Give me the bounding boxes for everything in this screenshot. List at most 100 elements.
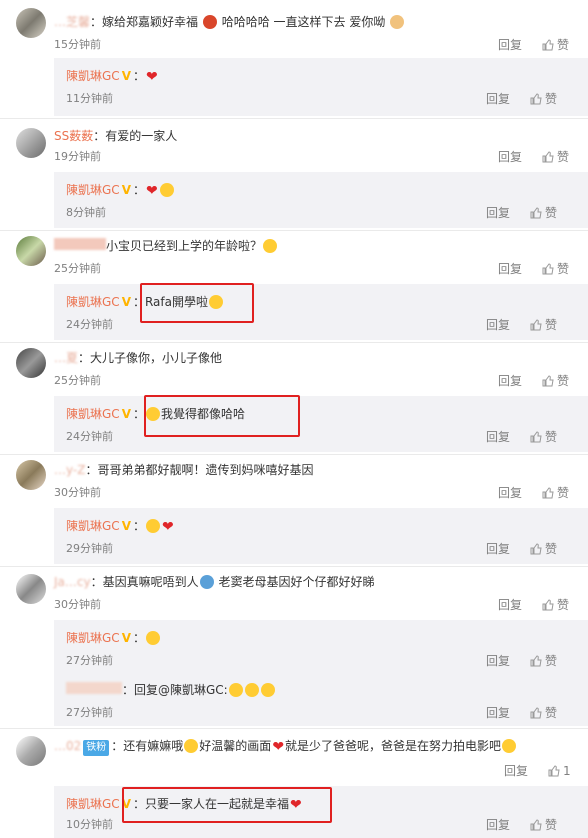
avatar[interactable]	[16, 736, 46, 766]
emoji-icon	[184, 739, 199, 753]
comment-time: 25分钟前	[54, 262, 101, 275]
like-label: 赞	[545, 706, 558, 720]
avatar[interactable]	[16, 460, 46, 490]
like-button[interactable]: 赞	[542, 150, 569, 164]
verified-v-icon: V	[121, 295, 131, 309]
like-button[interactable]: 赞	[542, 262, 569, 276]
reply-button[interactable]: 回复	[498, 262, 522, 276]
heart-icon: ❤	[146, 69, 158, 85]
username-link[interactable]: 陳凱琳GC	[66, 631, 120, 645]
reply-button[interactable]: 回复	[486, 206, 510, 220]
username-link[interactable]: …02	[54, 739, 81, 753]
avatar[interactable]	[16, 8, 46, 38]
like-button[interactable]: 赞	[530, 706, 557, 720]
like-button[interactable]: 赞	[530, 206, 557, 220]
username-link[interactable]: …y-Z	[54, 463, 85, 477]
like-button[interactable]: 赞	[530, 92, 557, 106]
comment-item: Ja…cy：基因真嘛呢唔到人 老窦老母基因好个仔都好好睇 30分钟前 回复 赞 …	[0, 568, 588, 674]
avatar[interactable]	[16, 348, 46, 378]
like-label: 赞	[545, 318, 558, 332]
reply-card: 陳凱琳GC V：我覺得都像哈哈 24分钟前 回复 赞	[54, 395, 588, 452]
like-label: 赞	[557, 598, 570, 612]
grin-emoji-icon	[263, 239, 278, 253]
smirk-emoji-icon	[146, 631, 160, 645]
reply-button[interactable]: 回复	[498, 598, 522, 612]
reply-body: ：	[132, 183, 145, 197]
reply-button[interactable]: 回复	[486, 654, 510, 668]
like-button[interactable]: 1	[548, 764, 571, 778]
username-link[interactable]: 陳凱琳GC	[66, 797, 120, 811]
like-button[interactable]: 赞	[542, 598, 569, 612]
reply-button[interactable]: 回复	[486, 430, 510, 444]
smirk-emoji-icon	[146, 519, 160, 533]
comment-body-cont: 老窦老母基因好个仔都好好睇	[218, 575, 375, 589]
reply-button[interactable]: 回复	[498, 150, 522, 164]
username-link[interactable]: …夏	[54, 351, 78, 365]
username-link[interactable]: Ja…cy	[54, 575, 91, 589]
like-button[interactable]: 赞	[542, 486, 569, 500]
thumb-up-icon	[548, 765, 560, 777]
comment-text: Ja…cy：基因真嘛呢唔到人 老窦老母基因好个仔都好好睇	[54, 574, 374, 590]
avatar[interactable]	[16, 128, 46, 158]
username-link[interactable]: 陳凱琳GC	[66, 295, 120, 309]
like-button[interactable]: 赞	[530, 430, 557, 444]
reply-text: 陳凱琳GC V：	[66, 630, 161, 646]
username-link[interactable]: …芝馨	[54, 15, 90, 29]
heart-icon: ❤	[162, 519, 174, 535]
comment-item: …02 铁粉 ：还有嫲嫲哦 好温馨的画面❤就是少了爸爸呢，爸爸是在努力拍电影吧 回复 …	[0, 730, 588, 838]
blush-emoji-icon	[260, 683, 275, 697]
avatar[interactable]	[16, 236, 46, 266]
comment-time: 30分钟前	[54, 486, 101, 499]
reply-button[interactable]: 回复	[498, 374, 522, 388]
like-button[interactable]: 赞	[530, 318, 557, 332]
like-label: 赞	[557, 150, 570, 164]
reply-card: 陳凱琳GC V： ❤ 29分钟前 回复 赞	[54, 508, 588, 564]
reply-card: 陳凱琳GC V ：Rafa開學啦 24分钟前 回复 赞	[54, 283, 588, 340]
username-link[interactable]: 陳凱琳GC	[66, 407, 120, 421]
reply-time: 29分钟前	[66, 542, 113, 555]
thumb-up-icon	[530, 655, 542, 667]
comment-text: …02 铁粉 ：还有嫲嫲哦 好温馨的画面❤就是少了爸爸呢，爸爸是在努力拍电影吧	[54, 738, 517, 756]
verified-v-icon: V	[121, 407, 131, 421]
divider	[0, 342, 588, 343]
comment-text: 小宝贝已经到上学的年龄啦？	[54, 238, 278, 254]
reply-body: ：	[132, 519, 145, 533]
username-link[interactable]	[54, 238, 106, 250]
thumb-up-icon	[542, 375, 554, 387]
reply-card: 陳凱琳GC V： 27分钟前 回复 赞	[54, 620, 588, 674]
reply-time: 24分钟前	[66, 318, 113, 331]
comment-item: SS薮薮：有爱的一家人 19分钟前 回复 赞 陳凱琳GC V ：❤ 8分钟前 回复 …	[0, 120, 588, 230]
username-link[interactable]: 陳凱琳GC	[66, 519, 120, 533]
reply-button[interactable]: 回复	[486, 706, 510, 720]
like-button[interactable]: 赞	[530, 818, 557, 832]
like-button[interactable]: 赞	[542, 374, 569, 388]
like-button[interactable]: 赞	[530, 542, 557, 556]
reply-time: 27分钟前	[66, 706, 113, 719]
verified-v-icon: V	[121, 631, 131, 645]
thumb-up-icon	[542, 151, 554, 163]
reply-button[interactable]: 回复	[486, 818, 510, 832]
thumb-up-icon	[530, 431, 542, 443]
highlight-box	[140, 283, 254, 323]
reply-button[interactable]: 回复	[498, 38, 522, 52]
blush-emoji-icon	[228, 683, 243, 697]
reply-button[interactable]: 回复	[486, 542, 510, 556]
username-link[interactable]: 陳凱琳GC	[66, 69, 120, 83]
username-link[interactable]	[66, 682, 122, 694]
divider	[0, 230, 588, 231]
reply-button[interactable]: 回复	[498, 486, 522, 500]
like-button[interactable]: 赞	[530, 654, 557, 668]
reply-button[interactable]: 回复	[486, 92, 510, 106]
avatar[interactable]	[16, 574, 46, 604]
verified-v-icon: V	[121, 519, 131, 533]
reply-button[interactable]: 回复	[504, 764, 528, 778]
like-button[interactable]: 赞	[542, 38, 569, 52]
comment-body: ：基因真嘛呢唔到人	[90, 575, 199, 589]
username-link[interactable]: 陳凱琳GC	[66, 183, 120, 197]
like-label: 赞	[545, 818, 558, 832]
reply-card: 陳凱琳GC V ：❤ 8分钟前 回复 赞	[54, 172, 588, 228]
reply-card: 陳凱琳GC V ：❤ 11分钟前 回复 赞	[54, 58, 588, 116]
reply-time: 10分钟前	[66, 818, 113, 831]
username-link[interactable]: SS薮薮	[54, 129, 93, 143]
reply-button[interactable]: 回复	[486, 318, 510, 332]
